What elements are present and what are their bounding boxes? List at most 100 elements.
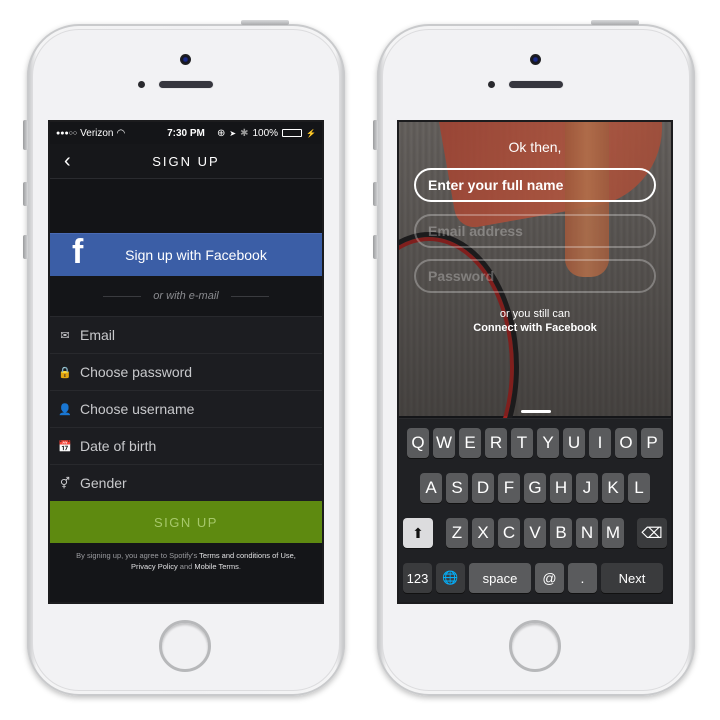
key-q[interactable]: Q xyxy=(407,428,429,458)
email-field[interactable]: ✉ Email xyxy=(50,316,322,353)
signup-form-screen: Ok then, Enter your full name Email addr… xyxy=(397,120,673,604)
key-k[interactable]: K xyxy=(602,473,624,503)
key-i[interactable]: I xyxy=(589,428,611,458)
key-m[interactable]: M xyxy=(602,518,624,548)
privacy-policy-link[interactable]: Privacy Policy xyxy=(131,562,178,571)
terms-text: By signing up, you agree to Spotify's Te… xyxy=(50,543,322,579)
volume-down-button xyxy=(23,235,28,259)
orientation-lock-icon: ⊕ xyxy=(216,127,226,139)
keyboard: Q W E R T Y U I O P A S D F G H J K L ⬆ … xyxy=(399,418,671,602)
at-key[interactable]: @ xyxy=(535,563,564,593)
globe-key[interactable]: 🌐 xyxy=(436,563,465,593)
key-s[interactable]: S xyxy=(446,473,468,503)
header-spacer xyxy=(50,179,322,233)
form-heading: Ok then, xyxy=(508,139,562,155)
key-e[interactable]: E xyxy=(459,428,481,458)
next-key[interactable]: Next xyxy=(601,563,663,593)
username-field[interactable]: 👤 Choose username xyxy=(50,390,322,427)
divider-text: or with e-mail xyxy=(153,290,219,302)
numbers-key[interactable]: 123 xyxy=(403,563,432,593)
facebook-signup-button[interactable]: f Sign up with Facebook xyxy=(50,233,322,276)
keyboard-row-1: Q W E R T Y U I O P xyxy=(399,428,671,458)
volume-down-button xyxy=(373,235,378,259)
facebook-signup-label: Sign up with Facebook xyxy=(125,247,267,263)
email-divider: or with e-mail xyxy=(50,276,322,316)
date-of-birth-placeholder: Date of birth xyxy=(80,438,157,454)
mobile-terms-link[interactable]: Mobile Terms xyxy=(194,562,238,571)
alt-signup-text: or you still can xyxy=(499,308,571,320)
dot-key[interactable]: . xyxy=(568,563,597,593)
connect-facebook-link[interactable]: Connect with Facebook xyxy=(399,322,671,334)
email-placeholder: Email xyxy=(80,327,116,343)
back-chevron-icon[interactable]: ‹ xyxy=(64,150,71,173)
terms-prefix: By signing up, you agree to Spotify's xyxy=(76,551,200,560)
key-z[interactable]: Z xyxy=(446,518,468,548)
terms-and: and xyxy=(177,562,195,571)
key-l[interactable]: L xyxy=(628,473,650,503)
calendar-icon: 📅 xyxy=(58,440,72,453)
lock-icon: 🔒 xyxy=(58,366,72,379)
password-input[interactable]: Password xyxy=(414,259,656,293)
user-icon: 👤 xyxy=(58,403,72,416)
full-name-input[interactable]: Enter your full name xyxy=(414,168,656,202)
key-w[interactable]: W xyxy=(433,428,455,458)
date-of-birth-field[interactable]: 📅 Date of birth xyxy=(50,427,322,464)
volume-up-button xyxy=(373,182,378,206)
home-button[interactable] xyxy=(159,620,211,672)
volume-up-button xyxy=(23,182,28,206)
divider-line-right xyxy=(230,295,269,297)
proximity-sensor xyxy=(488,81,495,88)
mute-switch xyxy=(23,120,28,150)
divider-line-left xyxy=(103,295,142,297)
key-p[interactable]: P xyxy=(641,428,663,458)
signal-icon: ●●●○○ xyxy=(56,129,78,137)
spotify-signup-screen: ●●●○○ Verizon ◠ 7:30 PM ⊕ ➤ ✱ 100% ⚡ ‹ S… xyxy=(48,120,324,604)
home-button[interactable] xyxy=(509,620,561,672)
username-placeholder: Choose username xyxy=(80,401,195,417)
key-r[interactable]: R xyxy=(485,428,507,458)
mute-switch xyxy=(373,120,378,150)
terms-suffix: . xyxy=(238,562,241,571)
drag-handle[interactable] xyxy=(521,410,551,413)
bluetooth-icon: ✱ xyxy=(240,127,249,139)
key-a[interactable]: A xyxy=(420,473,442,503)
status-right: ⊕ ➤ ✱ 100% ⚡ xyxy=(217,128,316,139)
gender-icon: ⚥ xyxy=(60,477,70,490)
key-g[interactable]: G xyxy=(524,473,546,503)
space-key[interactable]: space xyxy=(469,563,531,593)
key-y[interactable]: Y xyxy=(537,428,559,458)
letter-group: Z X C V B N M xyxy=(446,518,624,548)
carrier-info: ●●●○○ Verizon ◠ xyxy=(56,128,125,139)
key-f[interactable]: F xyxy=(498,473,520,503)
charging-icon: ⚡ xyxy=(306,128,316,138)
key-x[interactable]: X xyxy=(472,518,494,548)
page-title: SIGN UP xyxy=(152,153,220,169)
battery-percent: 100% xyxy=(252,127,279,139)
key-v[interactable]: V xyxy=(524,518,546,548)
key-o[interactable]: O xyxy=(615,428,637,458)
key-b[interactable]: B xyxy=(550,518,572,548)
terms-link[interactable]: Terms and conditions of Use, xyxy=(199,551,296,560)
password-field[interactable]: 🔒 Choose password xyxy=(50,353,322,390)
status-bar: ●●●○○ Verizon ◠ 7:30 PM ⊕ ➤ ✱ 100% ⚡ xyxy=(50,122,322,144)
email-icon: ✉ xyxy=(60,329,70,342)
delete-key[interactable]: ⌫ xyxy=(637,518,667,548)
earpiece-speaker xyxy=(159,81,213,88)
power-button xyxy=(591,20,639,25)
proximity-sensor xyxy=(138,81,145,88)
email-address-input[interactable]: Email address xyxy=(414,214,656,248)
key-c[interactable]: C xyxy=(498,518,520,548)
front-camera xyxy=(180,54,191,65)
key-u[interactable]: U xyxy=(563,428,585,458)
power-button xyxy=(241,20,289,25)
key-n[interactable]: N xyxy=(576,518,598,548)
key-d[interactable]: D xyxy=(472,473,494,503)
key-t[interactable]: T xyxy=(511,428,533,458)
password-placeholder: Choose password xyxy=(80,364,193,380)
shift-key[interactable]: ⬆ xyxy=(403,518,433,548)
gender-field[interactable]: ⚥ Gender xyxy=(50,464,322,501)
key-h[interactable]: H xyxy=(550,473,572,503)
battery-icon xyxy=(282,129,303,137)
signup-button[interactable]: SIGN UP xyxy=(50,501,322,543)
key-j[interactable]: J xyxy=(576,473,598,503)
